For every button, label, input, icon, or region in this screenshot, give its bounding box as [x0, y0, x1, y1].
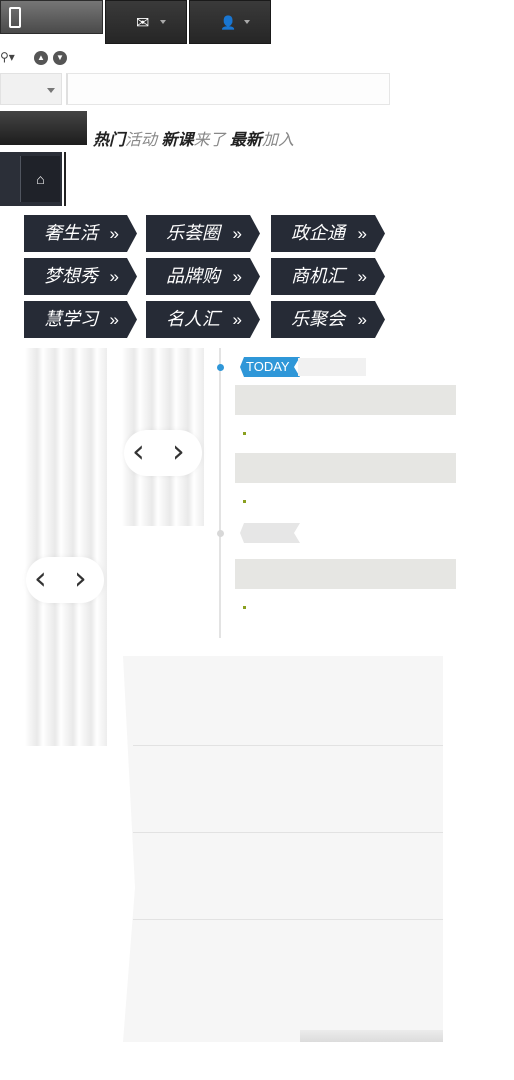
arrow-left-icon[interactable]: ‹ — [132, 432, 145, 470]
mobile-phone-icon — [9, 7, 21, 28]
arrow-right-icon[interactable]: › — [172, 432, 185, 470]
slogan-new: 新课 — [161, 132, 194, 149]
slogan-hot-suffix: 活动 — [125, 132, 158, 149]
content-paper-panel — [123, 656, 443, 1042]
double-chevron-right-icon: » — [357, 267, 367, 286]
category-label: 乐荟圈 — [166, 223, 220, 243]
category-business[interactable]: 商机汇 » — [271, 258, 385, 295]
timeline-item-title[interactable] — [235, 453, 456, 483]
category-dream-show[interactable]: 梦想秀 » — [24, 258, 137, 295]
category-label: 慧学习 — [44, 309, 98, 329]
divider — [133, 745, 443, 746]
double-chevron-right-icon: » — [232, 310, 242, 329]
chevron-down-icon — [244, 20, 250, 24]
logo-tile — [0, 111, 87, 145]
double-chevron-right-icon: » — [232, 224, 242, 243]
double-chevron-right-icon: » — [357, 224, 367, 243]
timeline-line — [219, 348, 221, 638]
slogan-hot: 热门 — [93, 132, 126, 149]
category-brand-shopping[interactable]: 品牌购 » — [146, 258, 260, 295]
search-scope-select[interactable] — [0, 73, 62, 105]
category-gathering[interactable]: 乐聚会 » — [271, 301, 385, 338]
mobile-app-button[interactable] — [0, 0, 103, 34]
category-label: 奢生活 — [44, 223, 98, 243]
double-chevron-right-icon: » — [109, 310, 119, 329]
user-icon: 👤 — [220, 15, 237, 30]
envelope-icon: ✉ — [136, 15, 150, 32]
timeline-item-title[interactable] — [235, 385, 456, 415]
category-label: 梦想秀 — [44, 266, 98, 286]
timeline-dot — [217, 530, 224, 537]
category-label: 政企通 — [291, 223, 345, 243]
divider — [133, 919, 443, 920]
expand-down-icon[interactable]: ▼ — [53, 51, 67, 65]
home-icon: ⌂ — [20, 156, 60, 202]
divider — [133, 832, 443, 833]
arrow-left-icon[interactable]: ‹ — [34, 559, 47, 597]
category-celebrities[interactable]: 名人汇 » — [146, 301, 260, 338]
category-label: 乐聚会 — [291, 309, 345, 329]
timeline-today-tag: TODAY — [240, 357, 300, 377]
mini-icon-row: ⚲▾ ▲ ▼ — [0, 48, 80, 68]
collapse-up-icon[interactable]: ▲ — [34, 51, 48, 65]
category-label: 名人汇 — [166, 309, 220, 329]
timeline-bullet — [243, 606, 246, 609]
timeline-today-date — [298, 358, 366, 376]
chevron-down-icon — [160, 20, 166, 24]
category-government[interactable]: 政企通 » — [271, 215, 385, 252]
category-label: 商机汇 — [291, 266, 345, 286]
slogan-latest: 最新 — [229, 132, 262, 149]
category-label: 品牌购 — [166, 266, 220, 286]
home-button[interactable]: ⌂ — [0, 152, 62, 206]
chevron-down-icon — [47, 88, 55, 93]
user-dropdown-button[interactable]: 👤 — [189, 0, 271, 44]
category-circle[interactable]: 乐荟圈 » — [146, 215, 260, 252]
category-learning[interactable]: 慧学习 » — [24, 301, 137, 338]
double-chevron-right-icon: » — [109, 224, 119, 243]
timeline-bullet — [243, 432, 246, 435]
carousel-nav-small: ‹ › — [124, 430, 202, 476]
double-chevron-right-icon: » — [232, 267, 242, 286]
double-chevron-right-icon: » — [109, 267, 119, 286]
timeline-bullet — [243, 500, 246, 503]
slogan-latest-suffix: 加入 — [261, 132, 294, 149]
paper-curl — [300, 1030, 443, 1042]
timeline-dot-today — [217, 364, 224, 371]
timeline-item-title[interactable] — [235, 559, 456, 589]
search-input[interactable] — [66, 73, 390, 105]
slogan-new-suffix: 来了 — [193, 132, 226, 149]
category-luxury-life[interactable]: 奢生活 » — [24, 215, 137, 252]
double-chevron-right-icon: » — [357, 310, 367, 329]
carousel-left-panel — [25, 348, 107, 746]
carousel-nav-large: ‹ › — [26, 557, 104, 603]
arrow-right-icon[interactable]: › — [74, 559, 87, 597]
slogan-text: 热门活动 新课来了 最新加入 — [93, 126, 294, 150]
messages-dropdown-button[interactable]: ✉ — [105, 0, 187, 44]
search-key-icon[interactable]: ⚲▾ — [0, 50, 15, 64]
divider — [64, 152, 66, 206]
timeline-date-tag — [240, 523, 300, 543]
